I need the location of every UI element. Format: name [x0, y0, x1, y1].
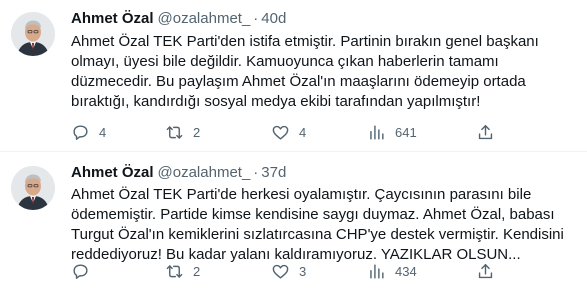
- like-count: 3: [299, 263, 307, 279]
- retweet-count: 2: [193, 263, 201, 279]
- avatar[interactable]: [11, 12, 55, 56]
- like-button[interactable]: 3: [271, 259, 306, 283]
- avatar-photo: [11, 12, 55, 56]
- avatar[interactable]: [11, 166, 55, 210]
- author-handle[interactable]: @ozalahmet_: [158, 10, 251, 27]
- views-icon: [370, 263, 384, 279]
- tweet-header: Ahmet Özal @ozalahmet_ · 40d: [71, 8, 286, 30]
- avatar-photo: [11, 166, 55, 210]
- tweet-text-line: düzmecedir. Bu paylaşım Ahmet Özal'ın ma…: [71, 73, 526, 90]
- tweet-text-line: bıraktığı, kandırdığı sosyal medya ekibi…: [71, 93, 481, 110]
- views-icon: [370, 124, 384, 140]
- separator-dot: ·: [253, 10, 259, 27]
- heart-icon: [272, 264, 289, 279]
- share-icon: [478, 124, 493, 139]
- tweet-header: Ahmet Özal @ozalahmet_ · 37d: [71, 162, 286, 184]
- like-count: 4: [299, 124, 307, 140]
- views-count: 641: [395, 124, 417, 140]
- views-button[interactable]: 641: [367, 120, 417, 144]
- tweet-text: Ahmet Özal TEK Parti'den istifa etmiştir…: [71, 32, 579, 112]
- tweet-text-line: Ahmet Özal TEK Parti'de herkesi oyalamış…: [71, 186, 532, 203]
- share-button[interactable]: [476, 120, 495, 144]
- author-name[interactable]: Ahmet Özal: [71, 164, 154, 181]
- tweet[interactable]: Ahmet Özal @ozalahmet_ · 37d Ahmet Özal TEK…: [0, 153, 587, 305]
- retweet-count: 2: [193, 124, 201, 140]
- views-button[interactable]: 434: [367, 259, 417, 283]
- share-icon: [478, 263, 493, 278]
- timestamp[interactable]: 37d: [261, 164, 286, 181]
- tweet-actions: 4 2 4 641: [71, 120, 587, 144]
- reply-button[interactable]: [71, 259, 99, 283]
- reply-icon: [73, 263, 88, 279]
- tweet-text-line: Turgut Özal'ın kemiklerini sızlatırcasın…: [71, 226, 564, 243]
- retweet-icon: [166, 264, 183, 278]
- reply-count: 4: [99, 124, 107, 140]
- reply-button[interactable]: 4: [71, 120, 106, 144]
- tweet-text-line: olmayı, üyesi bile değildir. Kamuoyunca …: [71, 53, 499, 70]
- retweet-button[interactable]: 2: [165, 259, 200, 283]
- retweet-icon: [166, 125, 183, 139]
- share-button[interactable]: [476, 259, 495, 283]
- author-handle[interactable]: @ozalahmet_: [158, 164, 251, 181]
- timestamp[interactable]: 40d: [261, 10, 286, 27]
- tweet-actions: 2 3 434: [71, 259, 587, 283]
- tweet-text-line: Ahmet Özal TEK Parti'den istifa etmiştir…: [71, 33, 539, 50]
- like-button[interactable]: 4: [271, 120, 306, 144]
- tweet-text: Ahmet Özal TEK Parti'de herkesi oyalamış…: [71, 185, 579, 265]
- views-count: 434: [395, 263, 417, 279]
- heart-icon: [272, 125, 289, 140]
- tweet-text-line: ödememiştir. Partide kimse kendisine say…: [71, 206, 555, 223]
- separator-dot: ·: [253, 164, 259, 181]
- tweet[interactable]: Ahmet Özal @ozalahmet_ · 40d Ahmet Özal TEK…: [0, 0, 587, 152]
- author-name[interactable]: Ahmet Özal: [71, 10, 154, 27]
- retweet-button[interactable]: 2: [165, 120, 200, 144]
- reply-icon: [73, 124, 88, 140]
